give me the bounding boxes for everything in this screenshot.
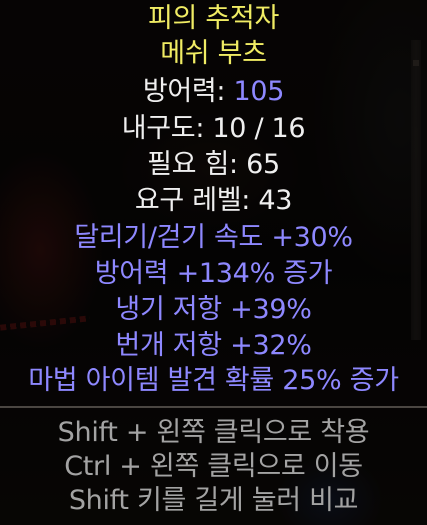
hint-compare: Shift 키를 길게 눌러 비교 <box>68 485 359 516</box>
hint-equip: Shift + 왼쪽 클릭으로 착용 <box>57 417 370 448</box>
item-tooltip: 피의 추적자 메쉬 부츠 방어력: 105 내구도: 10 / 16 필요 힘:… <box>0 0 427 525</box>
magic-property: 번개 저항 +32% <box>115 330 312 361</box>
tooltip-divider <box>0 406 427 408</box>
magic-property: 달리기/걷기 속도 +30% <box>74 222 353 253</box>
magic-property: 마법 아이템 발견 확률 25% 증가 <box>28 365 399 396</box>
item-name: 피의 추적자 <box>148 3 279 34</box>
item-base-type: 메쉬 부츠 <box>160 38 267 69</box>
magic-property: 냉기 저항 +39% <box>115 294 312 325</box>
required-level-line: 요구 레벨: 43 <box>134 185 293 216</box>
defense-value: 105 <box>233 76 285 107</box>
durability-line: 내구도: 10 / 16 <box>121 113 306 144</box>
hint-move: Ctrl + 왼쪽 클릭으로 이동 <box>64 451 363 482</box>
defense-label: 방어력: <box>142 76 226 107</box>
magic-property: 방어력 +134% 증가 <box>94 258 333 289</box>
defense-line: 방어력: 105 <box>0 75 427 109</box>
required-strength-line: 필요 힘: 65 <box>147 149 280 180</box>
